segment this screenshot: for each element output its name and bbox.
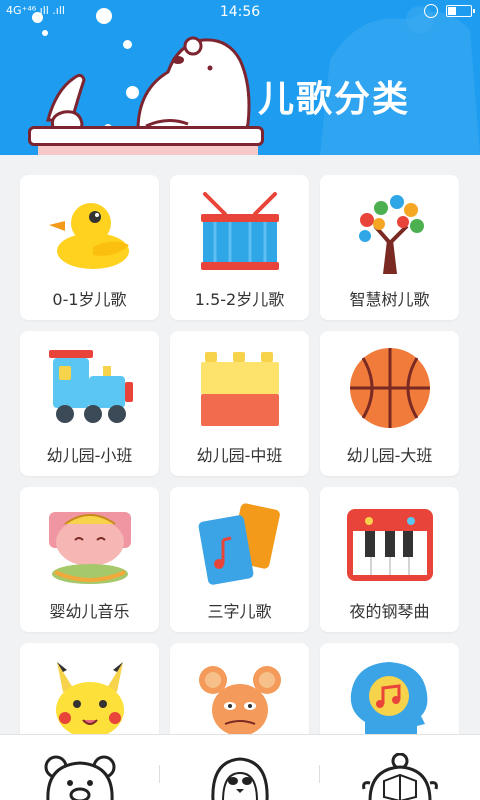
nav-tab-bear[interactable] [0, 735, 160, 800]
penguin-icon [211, 757, 269, 800]
category-label: 0-1岁儿歌 [52, 290, 127, 309]
category-label: 幼儿园-小班 [46, 446, 133, 465]
turtle-icon [362, 753, 438, 800]
blocks-icon [200, 352, 279, 426]
nav-tab-turtle[interactable] [320, 735, 480, 800]
category-card[interactable]: 三字儿歌 [170, 487, 309, 632]
piano-icon [346, 508, 433, 581]
pikachu-icon [55, 662, 124, 738]
mouse-icon [198, 666, 281, 736]
basketball-icon [349, 348, 430, 428]
category-card[interactable]: 幼儿园-大班 [320, 331, 459, 476]
category-label: 幼儿园-中班 [196, 446, 283, 465]
rotation-lock-icon [424, 4, 438, 18]
tub-shadow [38, 146, 258, 155]
category-label: 智慧树儿歌 [349, 290, 430, 309]
category-card[interactable]: 幼儿园-小班 [20, 331, 159, 476]
baby-icon [48, 512, 131, 584]
drum-icon [200, 192, 279, 270]
battery-icon [446, 5, 475, 17]
category-card[interactable]: 智慧树儿歌 [320, 175, 459, 320]
category-card[interactable]: 夜的钢琴曲 [320, 487, 459, 632]
category-label: 婴幼儿音乐 [49, 602, 130, 621]
category-card[interactable]: 幼儿园-中班 [170, 331, 309, 476]
nav-tab-penguin[interactable] [160, 735, 320, 800]
bear-icon [44, 755, 116, 800]
category-grid: 0-1岁儿歌 1.5-2岁儿歌 智慧树儿歌 幼儿园-小班 幼儿园-中班 幼儿园-… [20, 175, 460, 788]
category-label: 幼儿园-大班 [346, 446, 433, 465]
status-time: 14:56 [219, 4, 261, 20]
category-card[interactable]: 0-1岁儿歌 [20, 175, 159, 320]
bottom-nav [0, 734, 480, 800]
train-icon [48, 350, 133, 423]
category-label: 三字儿歌 [207, 602, 272, 621]
head-music-icon [350, 662, 427, 742]
status-bar: 4G⁺⁴⁶.ıll .ıll 14:56 [0, 0, 480, 24]
category-card[interactable]: 婴幼儿音乐 [20, 487, 159, 632]
tree-icon [358, 195, 424, 274]
category-label: 夜的钢琴曲 [349, 602, 430, 621]
bathtub [28, 126, 264, 146]
category-card[interactable]: 1.5-2岁儿歌 [170, 175, 309, 320]
page-title: 儿歌分类 [258, 79, 411, 120]
category-label: 1.5-2岁儿歌 [194, 290, 285, 309]
duck-icon [48, 202, 129, 269]
music-cards-icon [198, 502, 280, 585]
